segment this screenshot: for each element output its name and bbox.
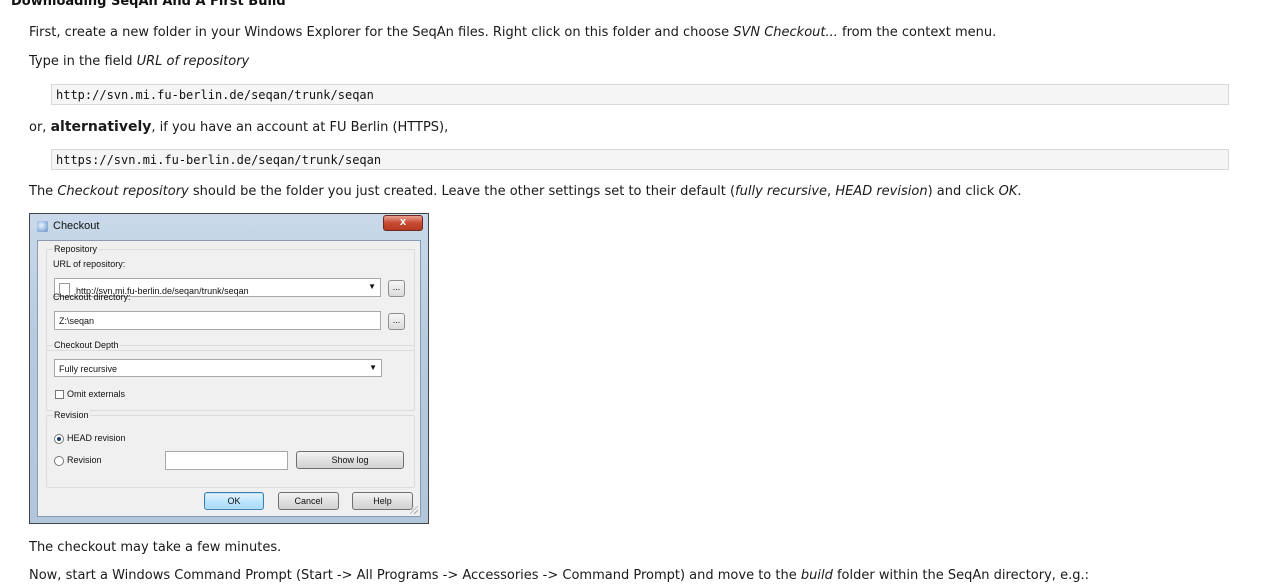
checkout-directory-field[interactable]: Z:\seqan — [54, 311, 381, 330]
checkout-depth-label: Checkout Depth — [53, 340, 120, 350]
code-block-http-url: http://svn.mi.fu-berlin.de/seqan/trunk/s… — [51, 84, 1229, 105]
paragraph-checkout-time: The checkout may take a few minutes. — [29, 540, 282, 555]
checkout-depth-select[interactable]: Fully recursive ▼ — [54, 359, 382, 377]
tortoisesvn-icon — [37, 221, 48, 232]
section-heading: Downloading SeqAn And A First Build — [11, 0, 286, 9]
omit-externals-checkbox[interactable] — [55, 390, 64, 399]
checkout-dialog-screenshot: Checkout x Repository URL of repository:… — [29, 213, 429, 524]
checkout-depth-group — [46, 345, 415, 411]
head-revision-label: HEAD revision — [67, 433, 126, 443]
revision-radio[interactable] — [54, 456, 64, 466]
url-browse-button[interactable]: ... — [388, 280, 405, 297]
paragraph-create-folder: First, create a new folder in your Windo… — [29, 25, 997, 40]
revision-input[interactable] — [165, 451, 288, 470]
paragraph-url-field: Type in the field URL of repository — [29, 54, 250, 69]
chevron-down-icon[interactable]: ▼ — [369, 363, 377, 372]
revision-group-label: Revision — [53, 410, 90, 420]
revision-label: Revision — [67, 455, 102, 465]
show-log-button[interactable]: Show log — [296, 451, 404, 469]
omit-externals-label: Omit externals — [67, 389, 126, 399]
paragraph-command-prompt: Now, start a Windows Command Prompt (Sta… — [29, 568, 1089, 583]
paragraph-checkout-repository: The Checkout repository should be the fo… — [29, 184, 1022, 199]
url-label: URL of repository: — [53, 259, 126, 269]
dialog-body: Repository URL of repository: http://svn… — [37, 240, 421, 517]
close-button[interactable]: x — [383, 215, 423, 231]
chevron-down-icon[interactable]: ▼ — [368, 282, 376, 291]
dialog-title: Checkout — [53, 220, 100, 232]
paragraph-alternatively: or, alternatively, if you have an accoun… — [29, 119, 449, 135]
directory-browse-button[interactable]: ... — [388, 313, 405, 330]
repository-group-label: Repository — [53, 244, 99, 254]
ok-button[interactable]: OK — [204, 492, 264, 510]
resize-grip-icon[interactable] — [410, 506, 418, 514]
cancel-button[interactable]: Cancel — [278, 492, 339, 510]
code-block-https-url: https://svn.mi.fu-berlin.de/seqan/trunk/… — [51, 149, 1229, 170]
help-button[interactable]: Help — [352, 492, 413, 510]
head-revision-radio[interactable] — [54, 434, 64, 444]
dialog-titlebar: Checkout x — [30, 214, 428, 238]
checkout-directory-label: Checkout directory: — [53, 292, 131, 302]
